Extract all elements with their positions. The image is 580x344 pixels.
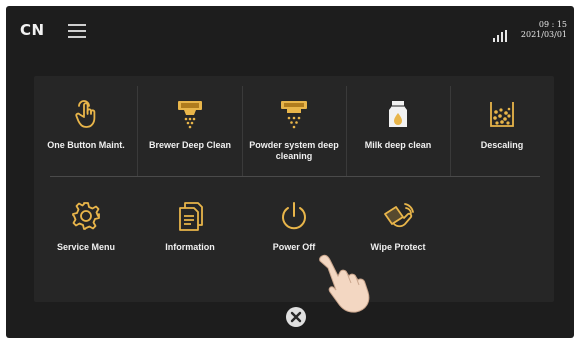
tile-descaling[interactable]: Descaling — [450, 80, 554, 176]
tile-brewer-deep-clean[interactable]: Brewer Deep Clean — [138, 80, 242, 176]
hand-touch-icon — [75, 100, 96, 128]
tile-label: Powder system deep cleaning — [249, 140, 339, 161]
tile-label: Brewer Deep Clean — [148, 140, 232, 150]
document-icon — [179, 202, 203, 231]
tile-powder-system-deep-cleaning[interactable]: Powder system deep cleaning — [242, 80, 346, 176]
tile-information[interactable]: Information — [138, 182, 242, 278]
tile-label: Service Menu — [56, 242, 116, 252]
pointing-hand-icon — [319, 254, 370, 313]
tile-label: One Button Maint. — [47, 140, 125, 150]
clock-time: 09 : 15 — [538, 20, 567, 29]
wipe-hand-icon — [384, 203, 414, 228]
tile-milk-deep-clean[interactable]: Milk deep clean — [346, 80, 450, 176]
coffee-brewer-icon — [178, 101, 202, 129]
descaling-beaker-icon — [490, 102, 514, 127]
tile-label: Milk deep clean — [364, 140, 432, 150]
close-icon — [290, 311, 302, 323]
signal-strength-icon — [493, 30, 507, 42]
status-bar: CN 09 : 15 2021/03/01 — [6, 6, 574, 60]
device-frame: CN 09 : 15 2021/03/01 One Button Maint. … — [0, 0, 580, 344]
hamburger-menu-icon[interactable] — [68, 24, 86, 38]
tile-service-menu[interactable]: Service Menu — [34, 182, 138, 278]
milk-carton-icon — [389, 101, 407, 127]
clock: 09 : 15 2021/03/01 — [511, 20, 567, 40]
maintenance-panel: One Button Maint. Brewer Deep Clean Powd… — [34, 76, 554, 302]
touch-screen: CN 09 : 15 2021/03/01 One Button Maint. … — [6, 6, 574, 338]
powder-dispenser-icon — [281, 101, 307, 129]
language-toggle[interactable]: CN — [20, 21, 45, 39]
tile-label: Descaling — [480, 140, 524, 150]
row-divider — [50, 176, 540, 177]
gear-icon — [72, 202, 100, 230]
tile-label: Information — [165, 242, 215, 252]
close-button[interactable] — [286, 307, 306, 327]
clock-date: 2021/03/01 — [520, 30, 567, 39]
power-icon — [282, 202, 306, 230]
tile-one-button-maint[interactable]: One Button Maint. — [34, 80, 138, 176]
